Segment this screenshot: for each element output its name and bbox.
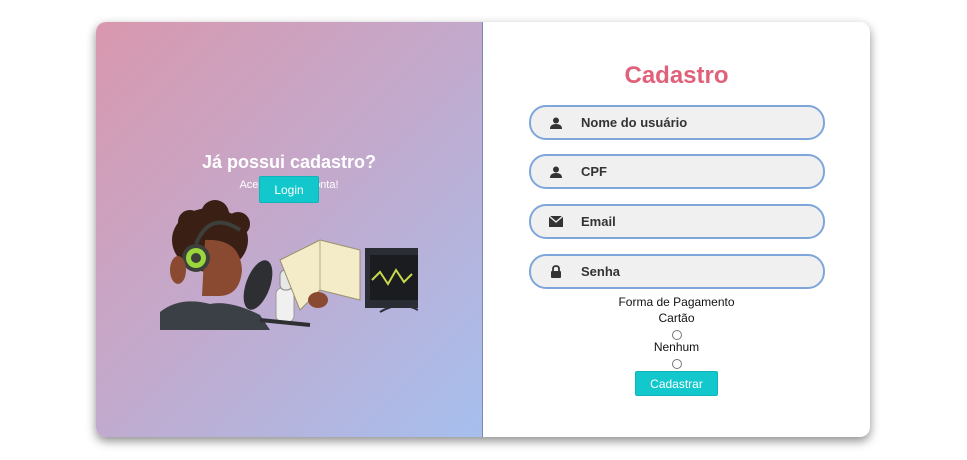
form-title: Cadastro — [624, 62, 729, 89]
password-field[interactable] — [529, 254, 825, 289]
signup-card: Já possui cadastro? Acesse a sua conta! … — [96, 22, 870, 437]
podcast-illustration — [160, 200, 418, 330]
user-icon — [549, 116, 563, 130]
user-icon — [549, 165, 563, 179]
username-input[interactable] — [579, 114, 813, 131]
login-button[interactable]: Login — [259, 176, 319, 203]
option-card-label: Cartão — [658, 311, 695, 325]
cpf-input[interactable] — [579, 163, 813, 180]
register-button[interactable]: Cadastrar — [635, 371, 718, 396]
signup-form: Cadastro Forma de Pagamento — [483, 22, 870, 437]
email-input[interactable] — [579, 213, 813, 230]
password-input[interactable] — [579, 263, 813, 280]
username-field[interactable] — [529, 105, 825, 140]
cpf-field[interactable] — [529, 154, 825, 189]
payment-method-label: Forma de Pagamento — [618, 295, 735, 309]
option-none-label: Nenhum — [653, 340, 700, 354]
welcome-panel: Já possui cadastro? Acesse a sua conta! … — [96, 22, 483, 437]
lock-icon — [549, 265, 563, 279]
option-none-radio[interactable] — [671, 359, 682, 369]
option-card-radio[interactable] — [671, 330, 682, 340]
email-field[interactable] — [529, 204, 825, 239]
envelope-icon — [549, 215, 563, 229]
login-prompt-title: Já possui cadastro? — [201, 152, 377, 172]
